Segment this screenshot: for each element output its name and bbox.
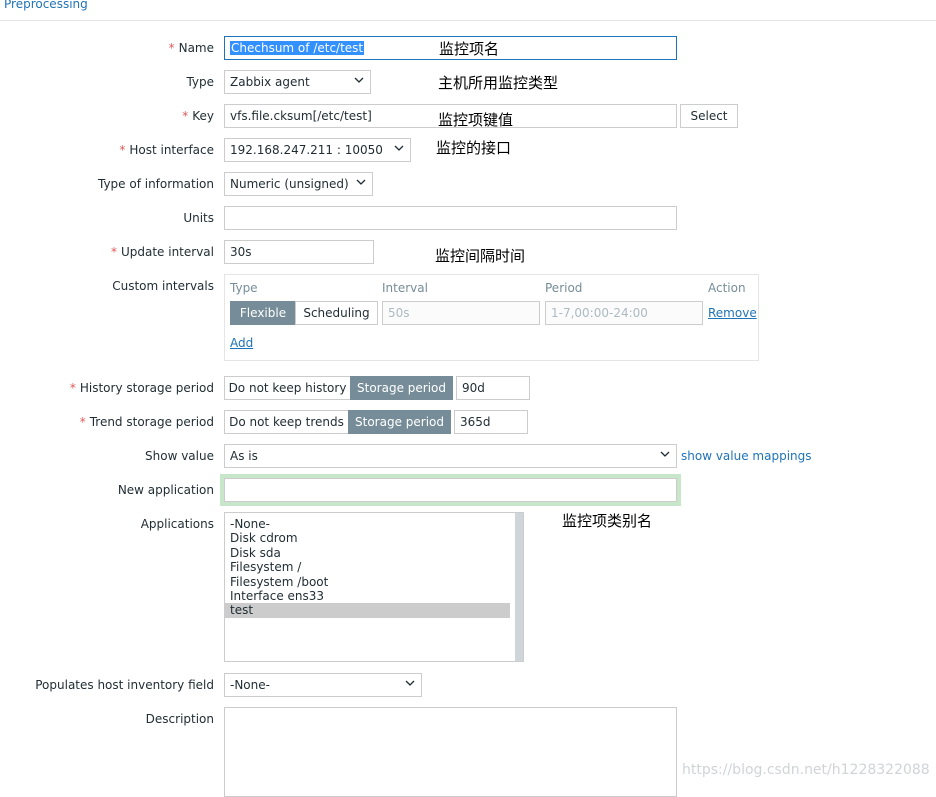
show-value-value: As is [230, 449, 258, 463]
new-application-label: New application [117, 483, 214, 497]
units-input[interactable] [224, 206, 677, 230]
list-item[interactable]: Filesystem / [225, 560, 510, 574]
do-not-keep-history-toggle[interactable]: Do not keep history [224, 376, 351, 400]
list-item-selected[interactable]: test [225, 603, 510, 618]
chevron-down-icon [356, 179, 366, 185]
custom-interval-placeholder: 50s [388, 306, 410, 320]
annotation-applications: 监控项类别名 [562, 512, 653, 530]
host-interface-label: * Host interface [119, 143, 214, 157]
units-label: Units [183, 211, 214, 225]
history-storage-period-toggle[interactable]: Storage period [350, 376, 453, 400]
type-of-information-select[interactable]: Numeric (unsigned) [224, 172, 373, 196]
name-label: * Name [168, 41, 214, 55]
type-of-information-value: Numeric (unsigned) [230, 177, 349, 191]
name-value-selected: Chechsum of /etc/test [230, 41, 365, 55]
remove-interval-link[interactable]: Remove [708, 306, 757, 320]
list-item[interactable]: Disk cdrom [225, 531, 510, 545]
annotation-update-interval: 监控间隔时间 [435, 247, 526, 265]
type-of-information-label: Type of information [97, 177, 214, 191]
update-interval-value: 30s [230, 245, 252, 259]
list-item[interactable]: Interface ens33 [225, 589, 510, 603]
type-label: Type [186, 75, 214, 89]
tab-bar: Preprocessing [0, 0, 936, 21]
custom-period-input[interactable]: 1-7,00:00-24:00 [545, 301, 703, 325]
history-period-input[interactable]: 90d [456, 376, 530, 400]
applications-label: Applications [140, 517, 214, 531]
custom-intervals-header-type: Type [230, 281, 258, 295]
inventory-field-value: -None- [230, 678, 270, 692]
trend-storage-period-toggle[interactable]: Storage period [348, 410, 451, 434]
watermark-text: https://blog.csdn.net/h1228322088 [682, 762, 930, 778]
applications-scrollbar[interactable] [515, 513, 523, 661]
custom-interval-input[interactable]: 50s [382, 301, 540, 325]
host-interface-select[interactable]: 192.168.247.211 : 10050 [224, 138, 411, 162]
type-select-value: Zabbix agent [230, 75, 310, 89]
list-item[interactable]: Disk sda [225, 546, 510, 560]
list-item[interactable]: -None- [225, 517, 510, 531]
flexible-toggle[interactable]: Flexible [230, 301, 296, 325]
trend-period-value: 365d [460, 415, 491, 429]
description-label: Description [145, 712, 214, 726]
inventory-field-select[interactable]: -None- [224, 673, 422, 697]
description-textarea[interactable] [224, 707, 677, 797]
annotation-key: 监控项键值 [438, 111, 514, 129]
select-key-button[interactable]: Select [680, 104, 738, 128]
applications-listbox[interactable]: -None- Disk cdrom Disk sda Filesystem / … [224, 512, 524, 662]
key-label: * Key [182, 109, 214, 123]
scheduling-toggle[interactable]: Scheduling [295, 301, 378, 325]
annotation-name: 监控项名 [439, 40, 500, 58]
key-input-value: vfs.file.cksum[/etc/test] [230, 109, 372, 123]
list-item[interactable]: Filesystem /boot [225, 575, 510, 589]
show-value-label: Show value [145, 449, 214, 463]
annotation-host-interface: 监控的接口 [436, 139, 512, 157]
custom-intervals-header-action: Action [708, 281, 746, 295]
update-interval-input[interactable]: 30s [224, 240, 374, 264]
history-period-value: 90d [462, 381, 485, 395]
custom-intervals-header-period: Period [545, 281, 583, 295]
tab-preprocessing[interactable]: Preprocessing [4, 0, 88, 11]
show-value-select[interactable]: As is [224, 444, 677, 468]
chevron-down-icon [394, 145, 404, 151]
trend-storage-label: * Trend storage period [79, 415, 214, 429]
host-interface-value: 192.168.247.211 : 10050 [230, 143, 383, 157]
annotation-type: 主机所用监控类型 [438, 74, 559, 92]
show-value-mappings-link[interactable]: show value mappings [681, 449, 812, 463]
new-application-input[interactable] [224, 478, 677, 502]
type-select[interactable]: Zabbix agent [224, 70, 371, 94]
history-storage-label: * History storage period [69, 381, 214, 395]
do-not-keep-trends-toggle[interactable]: Do not keep trends [224, 410, 349, 434]
chevron-down-icon [354, 77, 364, 83]
trend-period-input[interactable]: 365d [454, 410, 528, 434]
custom-intervals-label: Custom intervals [112, 279, 214, 293]
custom-intervals-header-interval: Interval [382, 281, 428, 295]
update-interval-label: * Update interval [110, 245, 214, 259]
inventory-field-label: Populates host inventory field [35, 678, 214, 692]
chevron-down-icon [405, 680, 415, 686]
applications-list: -None- Disk cdrom Disk sda Filesystem / … [225, 517, 510, 618]
custom-period-placeholder: 1-7,00:00-24:00 [551, 306, 648, 320]
chevron-down-icon [660, 451, 670, 457]
add-interval-link[interactable]: Add [230, 336, 253, 350]
